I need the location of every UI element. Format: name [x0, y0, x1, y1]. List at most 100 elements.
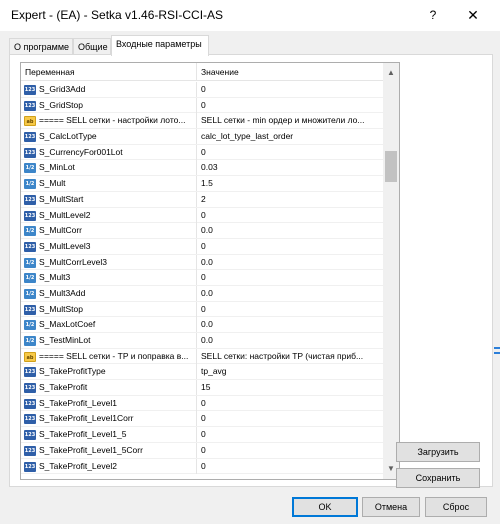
grid-header: Переменная Значение: [21, 63, 383, 81]
param-value[interactable]: tp_avg: [197, 364, 383, 379]
table-row[interactable]: 1/2 S_MaxLotCoef 0.0: [21, 317, 383, 333]
param-value[interactable]: 0: [197, 396, 383, 411]
help-button[interactable]: ?: [418, 4, 448, 26]
param-name: ===== SELL сетки - настройки лото...: [39, 115, 186, 126]
param-name: S_MinLot: [39, 162, 75, 173]
scroll-up-icon[interactable]: ▲: [383, 65, 399, 81]
int-param-icon: 123: [24, 100, 36, 111]
int-param-icon: 123: [24, 210, 36, 221]
table-row[interactable]: 123 S_MultStart 2: [21, 191, 383, 208]
table-row[interactable]: 123 S_MultLevel2 0: [21, 207, 383, 224]
param-name: S_TakeProfit_Level1_5: [39, 429, 127, 440]
int-param-icon: 123: [24, 430, 36, 441]
param-value[interactable]: 0: [197, 145, 383, 160]
table-row[interactable]: 123 S_TakeProfit_Level1_5Corr 0: [21, 442, 383, 459]
param-value[interactable]: 0.0: [197, 317, 383, 332]
table-row[interactable]: 123 S_CalcLotType calc_lot_type_last_order: [21, 129, 383, 145]
string-param-icon: ab: [24, 116, 36, 127]
param-value[interactable]: calc_lot_type_last_order: [197, 129, 383, 144]
param-value[interactable]: 0.0: [197, 223, 383, 238]
param-name-cell: 123 S_MultLevel3: [21, 238, 197, 254]
int-param-icon: 123: [24, 147, 36, 158]
table-row[interactable]: 123 S_MultStop 0: [21, 301, 383, 318]
inputs-panel: Переменная Значение 123 S_Grid3Add 0 123 S_G…: [9, 54, 493, 488]
load-button[interactable]: Загрузить: [396, 442, 480, 462]
scroll-thumb[interactable]: [385, 151, 397, 182]
table-row[interactable]: 123 S_CurrencyFor001Lot 0: [21, 144, 383, 161]
param-name: S_TakeProfit_Level2: [39, 460, 117, 471]
param-value[interactable]: 0.0: [197, 286, 383, 301]
table-row[interactable]: 1/2 S_MultCorr 0.0: [21, 223, 383, 239]
param-name-cell: 1/2 S_Mult: [21, 176, 197, 192]
param-name-cell: 123 S_CalcLotType: [21, 129, 197, 145]
table-row[interactable]: 123 S_TakeProfit_Level1_5 0: [21, 427, 383, 443]
ok-button[interactable]: OK: [292, 497, 358, 517]
param-value[interactable]: 0: [197, 208, 383, 223]
param-name: S_MultLevel2: [39, 209, 91, 220]
param-name-cell: 1/2 S_MultCorrLevel3: [21, 254, 197, 270]
param-value[interactable]: 0: [197, 443, 383, 458]
table-row[interactable]: 123 S_TakeProfit_Level2 0: [21, 458, 383, 475]
table-row[interactable]: ab ===== SELL сетки - настройки лото... SE…: [21, 113, 383, 130]
title-bar[interactable]: Expert - (EA) - Setka v1.46-RSI-CCI-AS ?…: [0, 0, 500, 31]
table-row[interactable]: 1/2 S_Mult3 0: [21, 270, 383, 286]
table-row[interactable]: 1/2 S_MultCorrLevel3 0.0: [21, 254, 383, 271]
param-name: S_TestMinLot: [39, 335, 91, 345]
cancel-button[interactable]: Отмена: [362, 497, 420, 517]
table-row[interactable]: 123 S_MultLevel3 0: [21, 238, 383, 255]
param-value[interactable]: 2: [197, 192, 383, 207]
param-name: S_TakeProfit_Level1: [39, 397, 117, 408]
param-value[interactable]: SELL сетки - min ордер и множители ло...: [197, 113, 383, 128]
table-row[interactable]: 123 S_Grid3Add 0: [21, 82, 383, 98]
param-name-cell: ab ===== SELL сетки - настройки лото...: [21, 113, 197, 129]
param-value[interactable]: 0.0: [197, 255, 383, 270]
table-row[interactable]: 1/2 S_Mult3Add 0.0: [21, 285, 383, 302]
param-value[interactable]: 0: [197, 427, 383, 442]
param-value[interactable]: 0: [197, 98, 383, 113]
table-row[interactable]: 123 S_TakeProfit 15: [21, 380, 383, 396]
param-value[interactable]: SELL сетки: настройки TP (чистая приб...: [197, 349, 383, 364]
param-value[interactable]: 15: [197, 380, 383, 395]
param-value[interactable]: 1.5: [197, 176, 383, 191]
int-param-icon: 123: [24, 414, 36, 425]
table-row[interactable]: ab ===== SELL сетки - TP и поправка в... S…: [21, 348, 383, 365]
tab-inputs[interactable]: Входные параметры: [111, 35, 209, 56]
background-chart-fragment: [494, 352, 500, 354]
param-name-cell: 1/2 S_MultCorr: [21, 223, 197, 239]
table-row[interactable]: 1/2 S_TestMinLot 0.0: [21, 333, 383, 349]
param-name: S_CalcLotType: [39, 131, 97, 142]
param-name: S_MaxLotCoef: [39, 319, 96, 330]
tab-about[interactable]: О программе: [9, 38, 73, 55]
vertical-scrollbar[interactable]: ▲ ▼: [383, 63, 399, 479]
table-row[interactable]: 123 S_GridStop 0: [21, 97, 383, 114]
param-name-cell: ab ===== SELL сетки - TP и поправка в...: [21, 348, 197, 364]
table-row[interactable]: 123 S_TakeProfitType tp_avg: [21, 364, 383, 381]
param-name: ===== SELL сетки - TP и поправка в...: [39, 350, 189, 361]
tab-common[interactable]: Общие: [73, 38, 111, 55]
save-button[interactable]: Сохранить: [396, 468, 480, 488]
param-value[interactable]: 0: [197, 302, 383, 317]
table-row[interactable]: 123 S_TakeProfit_Level1Corr 0: [21, 411, 383, 428]
table-row[interactable]: 1/2 S_MinLot 0.03: [21, 160, 383, 177]
column-header-variable[interactable]: Переменная: [21, 63, 197, 81]
param-name-cell: 123 S_TakeProfit_Level1Corr: [21, 411, 197, 427]
table-row[interactable]: 123 S_TakeProfit_Level1 0: [21, 395, 383, 412]
param-value[interactable]: 0: [197, 270, 383, 285]
param-value[interactable]: 0: [197, 459, 383, 474]
param-name: S_TakeProfit_Level1Corr: [39, 413, 134, 424]
param-value[interactable]: 0.03: [197, 160, 383, 175]
param-name: S_MultStop: [39, 303, 83, 314]
param-value[interactable]: 0.0: [197, 333, 383, 348]
param-value[interactable]: 0: [197, 239, 383, 254]
column-header-value[interactable]: Значение: [197, 63, 383, 81]
param-name-cell: 1/2 S_Mult3Add: [21, 285, 197, 301]
param-value[interactable]: 0: [197, 82, 383, 97]
param-name-cell: 123 S_TakeProfit: [21, 380, 197, 396]
param-value[interactable]: 0: [197, 411, 383, 426]
double-param-icon: 1/2: [24, 163, 36, 174]
reset-button[interactable]: Сброс: [425, 497, 487, 517]
param-name-cell: 1/2 S_MaxLotCoef: [21, 317, 197, 333]
int-param-icon: 123: [24, 461, 36, 472]
close-button[interactable]: ✕: [456, 4, 490, 26]
table-row[interactable]: 1/2 S_Mult 1.5: [21, 176, 383, 192]
